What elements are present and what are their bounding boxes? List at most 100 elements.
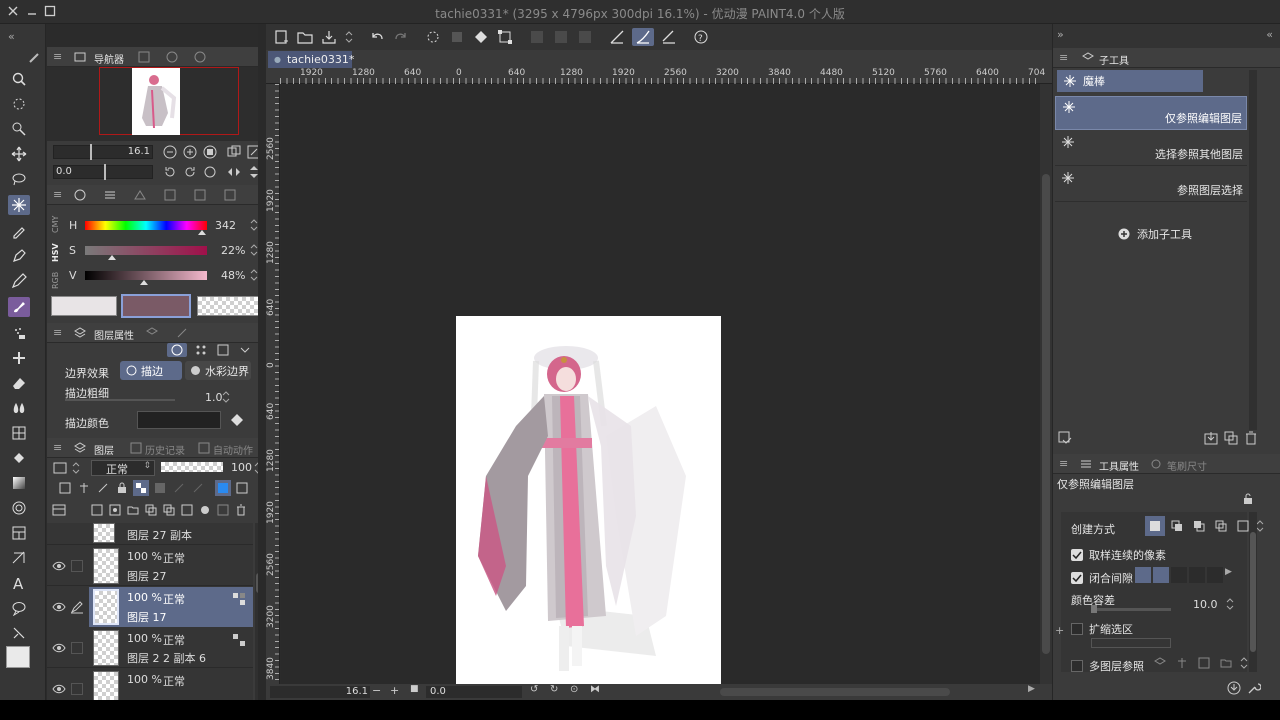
balloon-icon[interactable] [8, 599, 30, 617]
color-wheel-tab-icon[interactable] [73, 188, 87, 202]
color-history-tab-icon[interactable] [223, 188, 237, 202]
info2-tab-icon[interactable] [193, 50, 207, 64]
canvas-hscroll-thumb[interactable] [720, 688, 950, 696]
save-menu-chevron-icon[interactable] [344, 28, 354, 46]
subtool-tab[interactable]: 子工具 [1099, 52, 1129, 67]
right-expand-icon[interactable]: « [1266, 28, 1273, 41]
rotate-right-icon[interactable] [182, 164, 198, 180]
hue-slider[interactable] [85, 221, 207, 235]
subtool-scrollbar[interactable] [1249, 70, 1257, 430]
color-slider-tab-icon[interactable] [103, 188, 117, 202]
layer-color-more-icon[interactable] [234, 480, 250, 496]
eye-icon[interactable] [51, 681, 67, 697]
gap-level-3[interactable] [1171, 567, 1187, 583]
expand-option[interactable]: 扩缩选区 [1071, 621, 1133, 637]
expand-slider[interactable] [1091, 638, 1171, 648]
watercolor-option[interactable]: 水彩边界 [185, 361, 251, 380]
new-vector-layer-icon[interactable] [107, 502, 123, 518]
transfer-down-icon[interactable] [143, 502, 159, 518]
toolprops-tab[interactable]: 工具属性 [1099, 458, 1139, 473]
tolerance-value[interactable]: 10.0 [1193, 598, 1218, 611]
info-tab-icon[interactable] [165, 50, 179, 64]
figure-icon[interactable] [8, 424, 30, 442]
lasso-icon[interactable] [8, 170, 30, 188]
crop-icon[interactable] [528, 28, 546, 46]
subtool-item[interactable]: 参照图层选择 [1055, 168, 1247, 202]
main-color-swatch[interactable] [6, 646, 30, 668]
contour-icon[interactable] [8, 499, 30, 517]
gap-level-2[interactable] [1153, 567, 1169, 583]
pen-icon[interactable] [8, 247, 30, 265]
zoom-icon[interactable] [8, 70, 30, 88]
rotation-slider[interactable]: 0.0 [53, 164, 153, 180]
mask-enable-icon[interactable] [152, 480, 168, 496]
merge-down-icon[interactable] [161, 502, 177, 518]
zoom-out-icon[interactable] [162, 144, 178, 160]
clear-icon[interactable] [448, 28, 466, 46]
undo-icon[interactable] [368, 28, 386, 46]
canvas-vscroll-thumb[interactable] [1042, 174, 1050, 654]
multi-ref-option[interactable]: 多图层参照 [1071, 658, 1144, 674]
tolerance-slider-handle[interactable] [1091, 605, 1097, 613]
ruler-top[interactable]: 1920 1280 640 0 640 1280 1920 2560 3200 … [266, 68, 1052, 84]
layer-size-stepper-icon[interactable] [71, 460, 81, 476]
approx-color-tab-icon[interactable] [193, 188, 207, 202]
contiguous-checkbox[interactable] [1071, 549, 1083, 561]
left-panel-splitter[interactable] [258, 24, 266, 700]
move-icon[interactable] [8, 145, 30, 163]
layer-row[interactable]: 图层 27 副本 [47, 523, 253, 545]
canvas-zoom-out-icon[interactable]: − [372, 684, 381, 697]
layer-props-more-icon[interactable] [237, 343, 253, 357]
help-icon[interactable]: ? [692, 28, 710, 46]
rotate-left-icon[interactable] [162, 164, 178, 180]
layer-row[interactable]: 100 % 正常 图层 27 [47, 546, 253, 586]
fill-bucket-icon[interactable] [8, 449, 30, 467]
duplicate-subtool-icon[interactable] [1223, 430, 1239, 446]
contiguous-option[interactable]: 取样连续的像素 [1071, 547, 1166, 563]
blend-mode-select[interactable]: 正常 ⇕ [91, 460, 155, 476]
draft-layer-icon[interactable] [95, 480, 111, 496]
apply-mask-icon[interactable] [215, 502, 231, 518]
add-subtool-button[interactable]: 添加子工具 [1117, 226, 1192, 242]
stroke-width-slider[interactable] [65, 399, 175, 401]
v-value[interactable]: 48% [221, 269, 245, 282]
palette-color-icon[interactable] [190, 480, 206, 496]
lock-layer-icon[interactable] [114, 480, 130, 496]
collapse-icon[interactable]: « [8, 30, 15, 43]
decoration-icon[interactable] [8, 349, 30, 367]
navigator-tab[interactable]: 导航器 [94, 51, 124, 66]
ruler-snap-icon[interactable] [608, 28, 626, 46]
toolprops-menu-icon[interactable]: ≡ [1059, 457, 1068, 470]
create-mask-icon[interactable] [197, 502, 213, 518]
move-layer-icon[interactable] [8, 120, 30, 138]
toolprops-scroll-thumb[interactable] [1250, 532, 1256, 652]
open-file-icon[interactable] [296, 28, 314, 46]
airbrush-icon[interactable] [8, 324, 30, 342]
pencil-icon[interactable] [8, 272, 30, 290]
canvas-workspace[interactable] [281, 85, 1040, 684]
layer-thumbnail-size-icon[interactable] [51, 460, 69, 476]
layer-props-tab[interactable]: 图层属性 [94, 327, 134, 342]
expand-checkbox[interactable] [1071, 623, 1083, 635]
stroke-color-fill-icon[interactable] [227, 411, 247, 429]
eye-icon[interactable] [51, 599, 67, 615]
canvas-vscrollbar[interactable] [1040, 84, 1052, 684]
canvas-flip-icon[interactable]: ⧓ [590, 684, 600, 695]
layers-menu-icon[interactable]: ≡ [53, 441, 62, 454]
subtool-item[interactable]: 选择参照其他图层 [1055, 132, 1247, 166]
s-value[interactable]: 22% [221, 244, 245, 257]
new-file-icon[interactable] [272, 28, 290, 46]
canvas-hscroll-right-icon[interactable]: ▶ [1028, 684, 1035, 694]
color-mode-hsv[interactable]: HSV [51, 243, 63, 262]
invert-icon[interactable] [576, 28, 594, 46]
canvas-rotate-right-icon[interactable]: ↻ [550, 684, 558, 695]
close-gap-option[interactable]: 闭合间隙 [1071, 570, 1133, 586]
blend-icon[interactable] [8, 399, 30, 417]
color-panel-menu-icon[interactable]: ≡ [53, 188, 62, 201]
color-mode-rgb[interactable]: RGB [51, 272, 63, 289]
gap-level-next-icon[interactable]: ▶ [1225, 567, 1237, 583]
main-color-chip[interactable] [51, 296, 117, 316]
sparkle-icon[interactable] [424, 28, 442, 46]
panel-menu-icon[interactable]: ≡ [53, 50, 62, 63]
fill-icon[interactable] [472, 28, 490, 46]
